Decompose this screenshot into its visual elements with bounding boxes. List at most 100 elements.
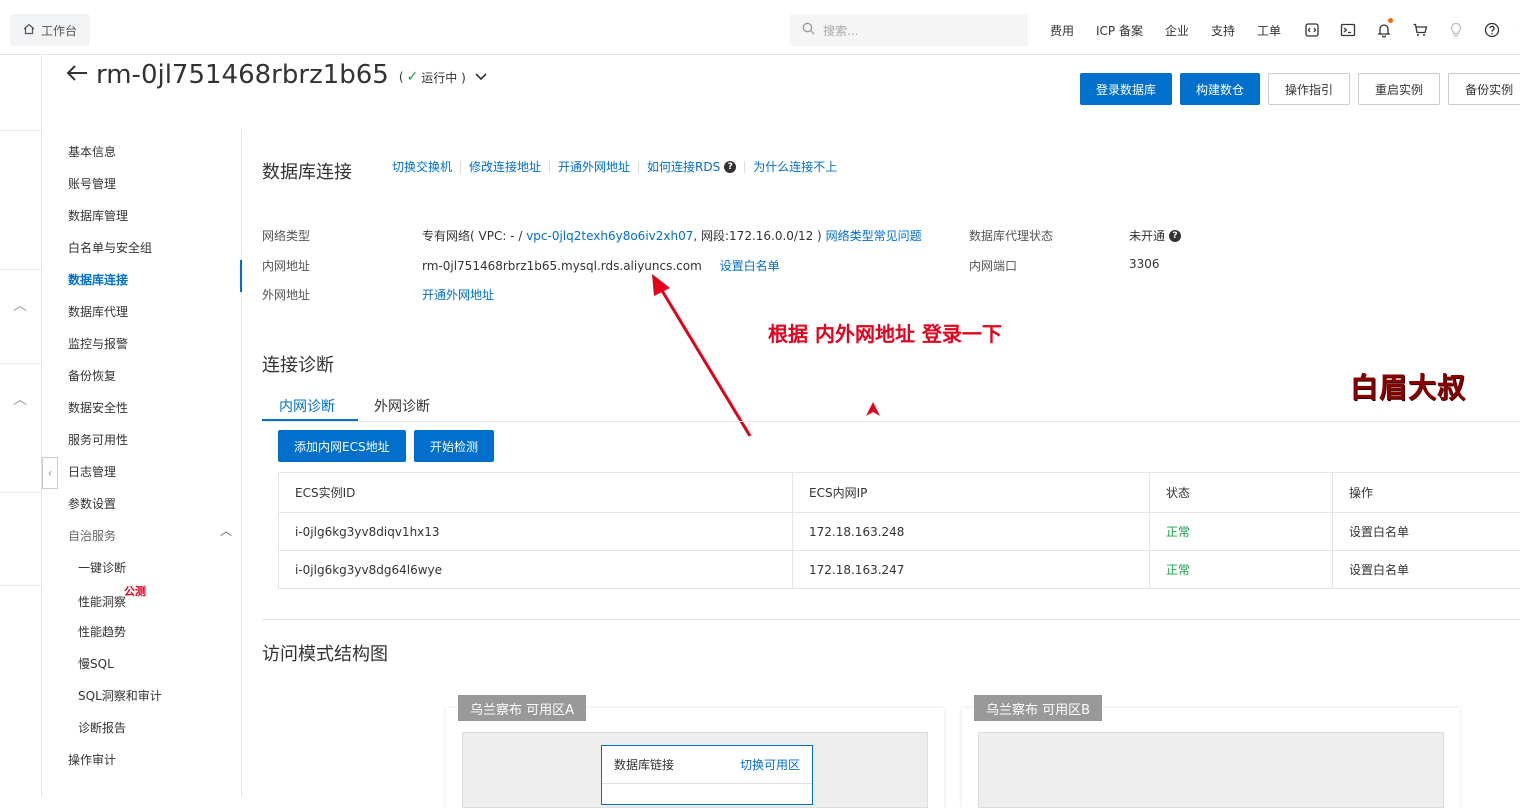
sidebar-item-accounts[interactable]: 账号管理 (68, 175, 116, 192)
outer-address-label: 外网地址 (262, 288, 311, 302)
backup-button[interactable]: 备份实例 (1448, 73, 1520, 105)
beta-badge: 公测 (124, 585, 146, 598)
status-open-paren: ( (398, 70, 404, 84)
sidebar-item-databases[interactable]: 数据库管理 (68, 207, 128, 224)
chevron-up-icon[interactable]: ︿ (13, 389, 27, 409)
nav-ticket[interactable]: 工单 (1257, 22, 1281, 39)
lightbulb-icon[interactable] (1447, 21, 1465, 39)
sidebar-item-db-proxy[interactable]: 数据库代理 (68, 303, 128, 320)
link-separator (638, 160, 640, 173)
help-icon[interactable]: ? (1169, 229, 1182, 242)
search-placeholder: 搜索... (823, 23, 859, 38)
why-fail-link[interactable]: 为什么连接不上 (753, 158, 837, 175)
sidebar-item-security[interactable]: 数据安全性 (68, 399, 128, 416)
open-outer-link[interactable]: 开通外网地址 (422, 286, 494, 303)
port-value: 3306 (1129, 257, 1160, 271)
set-whitelist-link[interactable]: 设置白名单 (1332, 513, 1520, 550)
sidebar-item-slow-sql[interactable]: 慢SQL (78, 655, 114, 672)
sidebar-item-availability[interactable]: 服务可用性 (68, 431, 128, 448)
network-faq-link[interactable]: 网络类型常见问题 (826, 229, 922, 243)
build-lake-button[interactable]: 构建数仓 (1180, 73, 1261, 105)
sidebar-item-perf-insight[interactable]: 性能洞察 (78, 593, 126, 610)
status-cell: 正常 (1149, 551, 1332, 588)
status-cell: 正常 (1149, 513, 1332, 550)
sidebar-item-basic-info[interactable]: 基本信息 (68, 143, 116, 160)
add-ecs-button[interactable]: 添加内网ECS地址 (278, 430, 406, 462)
cart-icon[interactable] (1411, 21, 1429, 39)
nav-fees[interactable]: 费用 (1050, 22, 1074, 39)
ecs-ip-cell: 172.18.163.247 (792, 551, 1149, 588)
status-badge[interactable]: ( ✓ 运行中 ) (399, 69, 487, 86)
header-actions: 登录数据库 构建数仓 操作指引 重启实例 备份实例 (1080, 73, 1520, 105)
nav-support[interactable]: 支持 (1211, 22, 1235, 39)
restart-button[interactable]: 重启实例 (1358, 73, 1441, 105)
proxy-status-value: 未开通 ? (1129, 227, 1182, 244)
workspace-button[interactable]: 工作台 (10, 14, 90, 46)
zone-a-label: 乌兰察布 可用区A (458, 695, 587, 721)
start-check-button[interactable]: 开始检测 (414, 430, 495, 462)
login-db-button[interactable]: 登录数据库 (1080, 73, 1173, 105)
sidebar-item-whitelist[interactable]: 白名单与安全组 (68, 239, 152, 256)
how-connect-link[interactable]: 如何连接RDS (647, 158, 720, 175)
sidebar-item-logs[interactable]: 日志管理 (68, 463, 116, 480)
zone-a-area: 数据库链接 切换可用区 (462, 732, 928, 808)
rail-divider (0, 130, 42, 131)
zone-b-area (978, 732, 1444, 808)
sidebar-item-perf-trend[interactable]: 性能趋势 (78, 623, 126, 640)
connection-title: 数据库连接 (262, 162, 352, 183)
tab-inner-diag[interactable]: 内网诊断 (279, 396, 335, 416)
port-label: 内网端口 (969, 259, 1018, 273)
search-icon (802, 22, 815, 38)
link-separator (744, 160, 746, 173)
bell-icon[interactable] (1375, 18, 1394, 39)
annotation-text: 根据 内外网地址 登录一下 (768, 322, 1002, 346)
table-row: i-0jlg6kg3yv8dg64l6wye 172.18.163.247 正常… (278, 551, 1520, 589)
nav-icp[interactable]: ICP 备案 (1096, 22, 1143, 39)
chevron-up-icon[interactable]: ︿ (220, 522, 232, 539)
sidebar-item-autonomy[interactable]: 自治服务 (68, 527, 116, 544)
db-link-box: 数据库链接 切换可用区 (601, 745, 813, 805)
set-whitelist-link[interactable]: 设置白名单 (1332, 551, 1520, 588)
sidebar-item-params[interactable]: 参数设置 (68, 495, 116, 512)
sidebar-item-backup[interactable]: 备份恢复 (68, 367, 116, 384)
rail-divider (0, 363, 42, 364)
inner-address-label: 内网地址 (262, 259, 311, 273)
notification-dot (1388, 18, 1394, 23)
zone-b-panel: 乌兰察布 可用区B (962, 695, 1460, 808)
switch-zone-link[interactable]: 切换可用区 (740, 756, 800, 773)
chevron-down-icon[interactable] (475, 70, 487, 84)
search-input[interactable]: 搜索... (790, 14, 1028, 46)
help-icon[interactable] (1483, 21, 1501, 39)
link-separator (549, 160, 551, 173)
open-public-link[interactable]: 开通外网地址 (558, 158, 630, 175)
db-link-label: 数据库链接 (614, 758, 675, 772)
side-nav: 基本信息 账号管理 数据库管理 白名单与安全组 数据库连接 数据库代理 监控与报… (42, 130, 242, 796)
ecs-id-cell: i-0jlg6kg3yv8dg64l6wye (278, 551, 792, 588)
guide-button[interactable]: 操作指引 (1268, 73, 1351, 105)
sidebar-item-monitoring[interactable]: 监控与报警 (68, 335, 128, 352)
link-separator (460, 160, 462, 173)
db-link-header: 数据库链接 切换可用区 (602, 746, 812, 784)
help-icon[interactable]: ? (724, 160, 737, 173)
switch-vswitch-link[interactable]: 切换交换机 (392, 158, 452, 175)
sidebar-item-db-connection[interactable]: 数据库连接 (68, 271, 128, 288)
modify-address-link[interactable]: 修改连接地址 (469, 158, 541, 175)
sidebar-item-diag-report[interactable]: 诊断报告 (78, 719, 126, 736)
sidebar-item-sql-audit[interactable]: SQL洞察和审计 (78, 687, 162, 704)
sidebar-item-op-audit[interactable]: 操作审计 (68, 751, 116, 768)
terminal-icon[interactable] (1339, 21, 1357, 39)
code-icon[interactable] (1303, 21, 1321, 39)
sidebar-item-diagnose[interactable]: 一键诊断 (78, 559, 126, 576)
section-divider (262, 619, 1520, 620)
chevron-up-icon[interactable]: ︿ (13, 295, 27, 315)
vpc-link[interactable]: vpc-0jlq2texh6y8o6iv2xh07 (526, 229, 693, 243)
col-ecs-ip: ECS内网IP (792, 473, 1149, 512)
workspace-label: 工作台 (40, 23, 77, 38)
back-arrow-icon[interactable] (66, 63, 88, 88)
diagnosis-tabs: 内网诊断 外网诊断 (262, 392, 1520, 422)
nav-enterprise[interactable]: 企业 (1165, 22, 1189, 39)
proxy-status-label: 数据库代理状态 (969, 229, 1054, 243)
home-icon (23, 23, 35, 38)
tab-outer-diag[interactable]: 外网诊断 (374, 396, 430, 416)
connection-links: 切换交换机 修改连接地址 开通外网地址 如何连接RDS ? 为什么连接不上 (392, 158, 837, 175)
